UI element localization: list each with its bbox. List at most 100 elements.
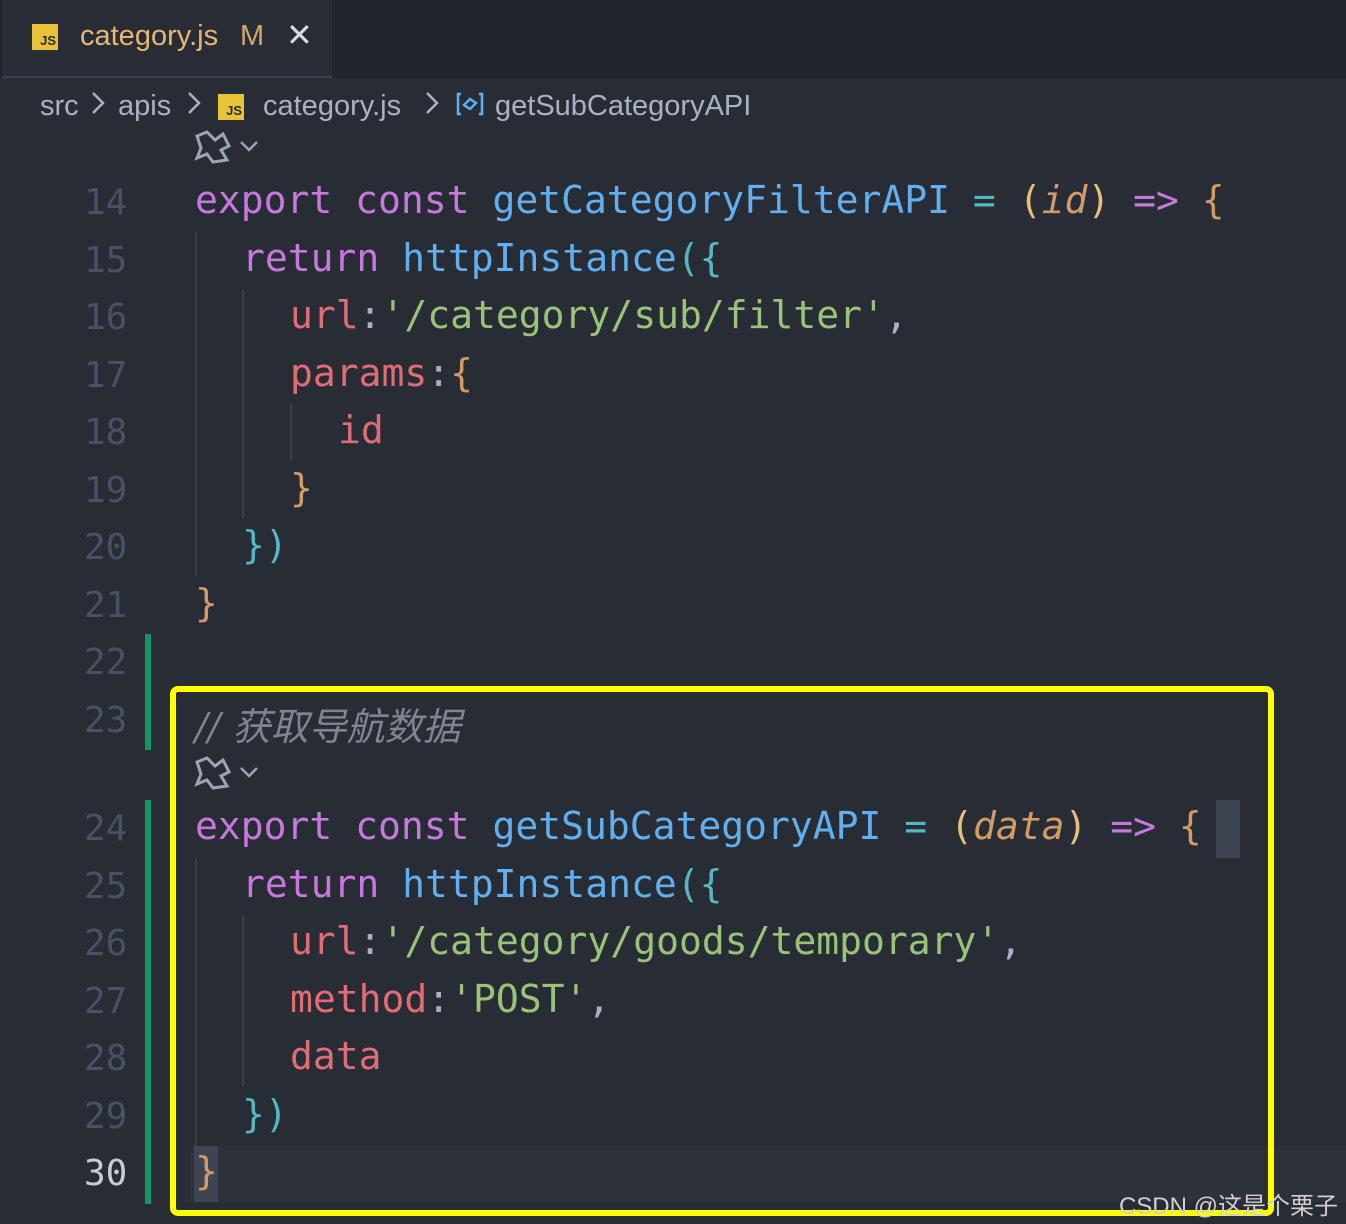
punctuation: : — [358, 919, 382, 963]
codelens-icon[interactable] — [193, 128, 265, 168]
bracket-match-highlight — [1216, 800, 1240, 858]
punctuation: , — [884, 293, 908, 337]
code-line-28[interactable]: data — [290, 1034, 382, 1078]
property-key: url — [290, 919, 359, 963]
parameter: data — [972, 804, 1065, 848]
punctuation: , — [999, 919, 1023, 963]
breadcrumb-item-file[interactable]: category.js — [263, 90, 401, 123]
tab-bar: JS category.js M ✕ — [0, 0, 1346, 78]
code-editor[interactable]: 14 15 16 17 18 19 20 21 22 23 24 25 26 2… — [0, 130, 1346, 1224]
indent-guide — [195, 232, 197, 576]
keyword: const — [355, 804, 470, 848]
punctuation: : — [427, 977, 451, 1021]
chevron-right-icon — [424, 90, 440, 124]
codelens-icon[interactable] — [193, 754, 265, 794]
code-line-19[interactable]: } — [290, 466, 313, 510]
code-line-25[interactable]: return httpInstance({ — [242, 862, 722, 906]
brace: { — [450, 351, 474, 395]
code-line-24[interactable]: export const getSubCategoryAPI = (data) … — [195, 804, 1202, 848]
keyword: export — [195, 804, 333, 848]
brace: } — [195, 1149, 218, 1193]
editor-tab-category-js[interactable]: JS category.js M ✕ — [2, 0, 332, 78]
string-literal: 'POST' — [450, 977, 588, 1021]
function-call: httpInstance — [402, 236, 677, 280]
keyword: return — [242, 862, 380, 906]
line-number-active: 30 — [84, 1153, 128, 1194]
line-number: 29 — [84, 1096, 128, 1137]
line-number: 25 — [84, 866, 128, 907]
chevron-right-icon — [90, 90, 106, 124]
indent-guide — [290, 404, 292, 460]
watermark: CSDN @这是个栗子 — [1118, 1193, 1338, 1220]
brace: ({ — [676, 236, 723, 280]
line-number: 14 — [84, 182, 128, 223]
keyword: return — [242, 236, 380, 280]
property-key: id — [338, 408, 384, 452]
breadcrumb-item-src[interactable]: src — [40, 90, 79, 123]
string-literal: '/category/sub/filter' — [381, 293, 885, 337]
chevron-right-icon — [186, 90, 202, 124]
function-name: getCategoryFilterAPI — [492, 178, 951, 222]
git-added-indicator — [145, 800, 151, 1204]
paren: ( — [1018, 178, 1042, 222]
line-number: 19 — [84, 470, 128, 511]
code-line-14[interactable]: export const getCategoryFilterAPI = (id)… — [195, 178, 1225, 222]
code-line-30[interactable]: } — [195, 1149, 218, 1193]
operator: = — [972, 178, 996, 222]
brace: } — [290, 466, 313, 510]
code-line-16[interactable]: url:'/category/sub/filter', — [290, 293, 908, 337]
js-file-icon: JS — [218, 94, 244, 120]
punctuation: : — [427, 351, 451, 395]
comment: // 获取导航数据 — [195, 705, 461, 749]
function-name: getSubCategoryAPI — [492, 804, 882, 848]
brace: }) — [242, 1092, 288, 1136]
code-line-29[interactable]: }) — [242, 1092, 288, 1136]
line-number: 28 — [84, 1038, 128, 1079]
arrow-operator: => — [1133, 178, 1179, 222]
paren: ) — [1087, 178, 1111, 222]
brace: { — [1201, 178, 1225, 222]
property-key: url — [290, 293, 359, 337]
brace: } — [195, 581, 218, 625]
paren: ) — [1064, 804, 1088, 848]
breadcrumb: src apis JS category.js getSubCategoryAP… — [0, 78, 1346, 134]
line-number: 21 — [84, 585, 128, 626]
property-key: method — [290, 977, 428, 1021]
brace: ({ — [676, 862, 723, 906]
indent-guide — [242, 916, 244, 1086]
code-line-27[interactable]: method:'POST', — [290, 977, 610, 1021]
code-line-21[interactable]: } — [195, 581, 218, 625]
code-line-26[interactable]: url:'/category/goods/temporary', — [290, 919, 1022, 963]
breadcrumb-item-symbol[interactable]: getSubCategoryAPI — [495, 90, 751, 123]
code-line-23[interactable]: // 获取导航数据 — [195, 696, 461, 751]
operator: = — [904, 804, 928, 848]
code-line-18[interactable]: id — [338, 408, 384, 452]
line-number: 24 — [84, 808, 128, 849]
code-line-17[interactable]: params:{ — [290, 351, 473, 395]
symbol-variable-icon — [454, 88, 486, 128]
property-key: params — [290, 351, 428, 395]
breadcrumb-item-apis[interactable]: apis — [118, 90, 171, 123]
line-number: 20 — [84, 527, 128, 568]
code-line-15[interactable]: return httpInstance({ — [242, 236, 722, 280]
line-number: 15 — [84, 240, 128, 281]
indent-guide — [195, 858, 197, 1158]
code-line-20[interactable]: }) — [242, 523, 288, 567]
arrow-operator: => — [1110, 804, 1157, 848]
line-number: 18 — [84, 412, 128, 453]
line-number: 27 — [84, 981, 128, 1022]
modified-status-badge: M — [240, 20, 265, 52]
indent-guide — [242, 290, 244, 518]
line-number: 26 — [84, 923, 128, 964]
function-call: httpInstance — [402, 862, 677, 906]
brace: }) — [242, 523, 288, 567]
line-number: 23 — [84, 700, 128, 741]
line-number: 17 — [84, 355, 128, 396]
line-number: 16 — [84, 297, 128, 338]
punctuation: , — [587, 977, 611, 1021]
keyword: const — [355, 178, 470, 222]
string-literal: '/category/goods/temporary' — [381, 919, 1000, 963]
tab-filename: category.js — [80, 20, 219, 52]
git-added-indicator — [145, 634, 151, 750]
close-icon[interactable]: ✕ — [286, 16, 313, 54]
